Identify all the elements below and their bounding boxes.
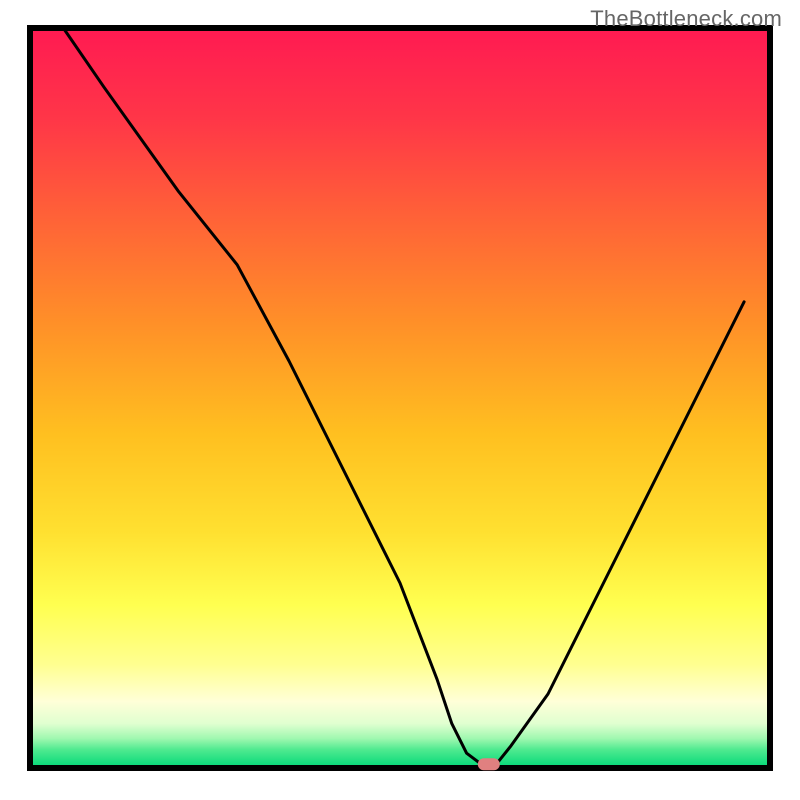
watermark-text: TheBottleneck.com <box>590 6 782 32</box>
chart-svg <box>0 0 800 800</box>
bottleneck-chart <box>0 0 800 800</box>
optimal-point-marker <box>478 758 500 770</box>
